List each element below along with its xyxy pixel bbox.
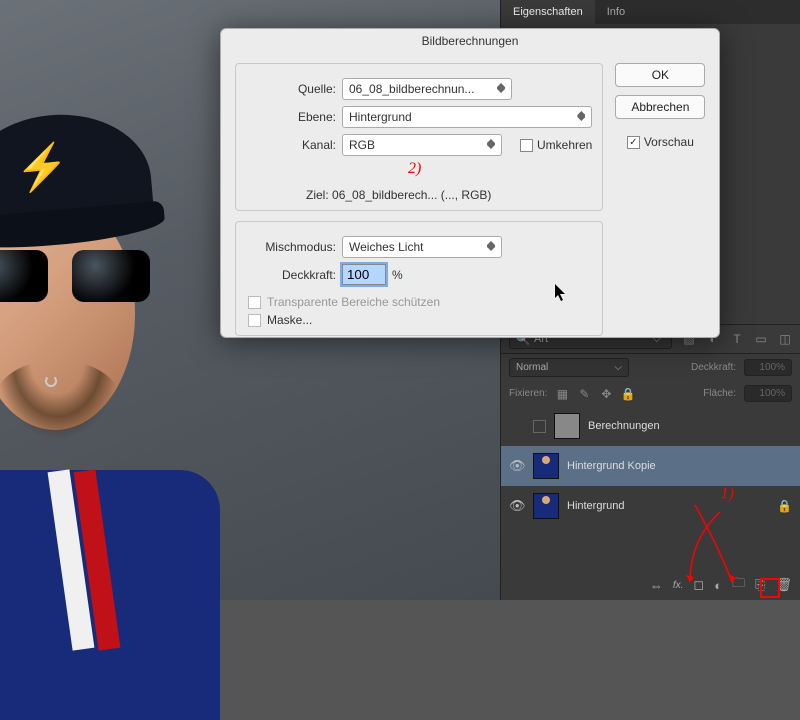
maske-label: Maske... (267, 313, 312, 327)
bildberechnungen-dialog: Bildberechnungen Quelle: 06_08_bildberec… (220, 28, 720, 338)
vorschau-label: Vorschau (644, 135, 694, 149)
kanal-label: Kanal: (246, 138, 336, 152)
opacity-label: Deckkraft: (691, 362, 736, 373)
mischmodus-select[interactable]: Weiches Licht (342, 236, 502, 258)
maske-checkbox[interactable] (248, 314, 261, 327)
umkehren-label: Umkehren (537, 138, 592, 152)
layer-name[interactable]: Hintergrund (567, 500, 769, 512)
ebene-select[interactable]: Hintergrund (342, 106, 592, 128)
tab-info[interactable]: Info (595, 0, 637, 24)
visibility-toggle[interactable]: 👁 (509, 458, 525, 474)
blend-mode-select[interactable]: Normal⌵ (509, 358, 629, 377)
mask-icon[interactable]: ◻ (693, 577, 704, 593)
adjustment-icon[interactable]: ◐ (714, 578, 722, 593)
quelle-label: Quelle: (246, 82, 336, 96)
blend-fieldset: Mischmodus: Weiches Licht Deckkraft: % T… (235, 221, 603, 336)
group-icon[interactable]: 🗀 (732, 574, 745, 596)
ok-button[interactable]: OK (615, 63, 705, 87)
abbrechen-button[interactable]: Abbrechen (615, 95, 705, 119)
layer-row-hintergrund-kopie[interactable]: 👁 Hintergrund Kopie (501, 446, 800, 486)
source-fieldset: Quelle: 06_08_bildberechnun... Ebene: Hi… (235, 63, 603, 211)
layer-name[interactable]: Berechnungen (588, 420, 792, 432)
lock-transparent-icon[interactable]: ▦ (555, 387, 569, 401)
quelle-select[interactable]: 06_08_bildberechnun... (342, 78, 512, 100)
layer-panel-footer: ⇔ fx. ◻ ◐ 🗀 ⎘ 🗑 (650, 574, 792, 596)
filter-shape-icon[interactable]: ▭ (754, 332, 768, 346)
checkbox-empty[interactable] (533, 420, 546, 433)
mischmodus-label: Mischmodus: (246, 240, 336, 254)
umkehren-checkbox[interactable] (520, 139, 533, 152)
ziel-label: Ziel: (306, 188, 329, 202)
lock-all-icon[interactable]: 🔒 (621, 387, 635, 401)
new-layer-icon[interactable]: ⎘ (755, 577, 765, 593)
filter-type-icon[interactable]: T (730, 332, 744, 346)
layer-row-hintergrund[interactable]: 👁 Hintergrund 🔒 (501, 486, 800, 526)
opacity-input[interactable]: 100% (744, 359, 792, 376)
deckkraft-unit: % (392, 268, 403, 282)
layer-thumbnail[interactable] (533, 453, 559, 479)
layer-row-berechnungen[interactable]: Berechnungen (501, 406, 800, 446)
tab-eigenschaften[interactable]: Eigenschaften (501, 0, 595, 24)
transparent-checkbox (248, 296, 261, 309)
ziel-value: 06_08_bildberech... (..., RGB) (332, 188, 491, 202)
deckkraft-input[interactable] (342, 264, 386, 285)
vorschau-checkbox[interactable]: ✓ (627, 136, 640, 149)
panel-tabs: Eigenschaften Info (501, 0, 800, 24)
layer-thumbnail[interactable] (554, 413, 580, 439)
filter-smart-icon[interactable]: ◫ (778, 332, 792, 346)
dialog-title: Bildberechnungen (221, 29, 719, 53)
fix-label: Fixieren: (509, 388, 547, 399)
deckkraft-label: Deckkraft: (246, 268, 336, 282)
fx-icon[interactable]: fx. (673, 580, 684, 591)
lock-row: Fixieren: ▦ ✎ ✥ 🔒 Fläche: 100% (501, 381, 800, 406)
visibility-toggle[interactable]: 👁 (509, 498, 525, 514)
lock-brush-icon[interactable]: ✎ (577, 387, 591, 401)
link-layers-icon[interactable]: ⇔ (650, 578, 663, 593)
ebene-label: Ebene: (246, 110, 336, 124)
transparent-label: Transparente Bereiche schützen (267, 295, 440, 309)
layer-name[interactable]: Hintergrund Kopie (567, 460, 792, 472)
lock-icon: 🔒 (777, 499, 792, 513)
trash-icon[interactable]: 🗑 (775, 577, 792, 593)
kanal-select[interactable]: RGB (342, 134, 502, 156)
layer-thumbnail[interactable] (533, 493, 559, 519)
fill-label: Fläche: (703, 388, 736, 399)
annotation-2: 2) (408, 160, 421, 178)
lock-move-icon[interactable]: ✥ (599, 387, 613, 401)
fill-input[interactable]: 100% (744, 385, 792, 402)
